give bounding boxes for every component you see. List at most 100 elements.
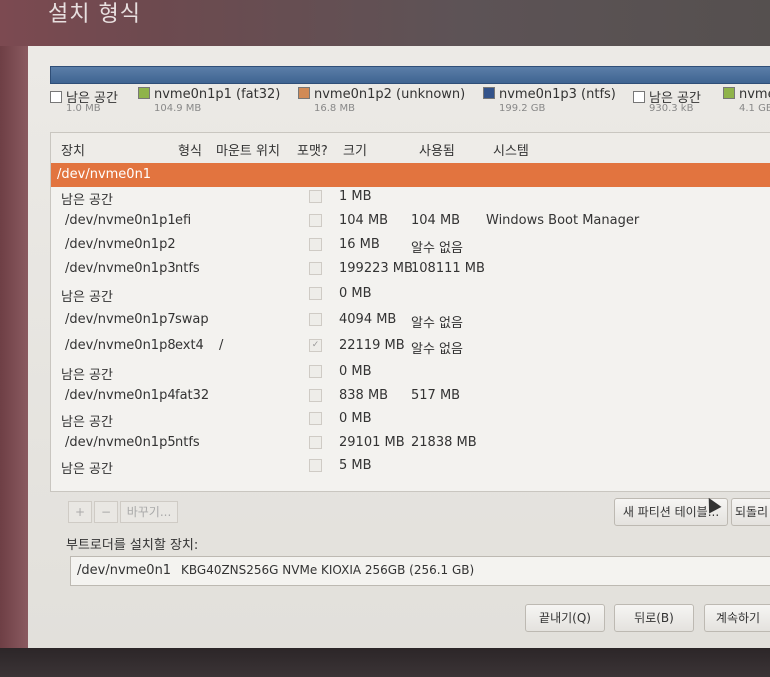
bootloader-device: /dev/nvme0n1 [77, 563, 172, 578]
used-value: 알수 없음 [411, 241, 463, 256]
legend-item: nvme0n1p3 (ntfs) 199.2 GB [483, 87, 616, 114]
size-value: 1 MB [339, 189, 372, 204]
device-name: /dev/nvme0n1p5 [65, 435, 176, 450]
table-row[interactable]: /dev/nvme0n1p7 swap 4094 MB 알수 없음 [51, 308, 770, 332]
format-checkbox[interactable] [309, 365, 322, 378]
table-row[interactable]: /dev/nvme0n1p1 efi 104 MB 104 MB Windows Boo… [51, 209, 770, 233]
bootloader-model: KBG40ZNS256G NVMe KIOXIA 256GB (256.1 GB… [181, 563, 475, 577]
format-checkbox[interactable] [309, 287, 322, 300]
format-checkbox[interactable]: ✓ [309, 339, 322, 352]
device-name: /dev/nvme0n1 [57, 167, 152, 182]
used-value: 알수 없음 [411, 316, 463, 331]
installer-window: 남은 공간 1.0 MB nvme0n1p1 (fat32) 104.9 MB nvme… [28, 46, 770, 648]
fs-type: ntfs [175, 261, 200, 276]
size-value: 29101 MB [339, 435, 405, 450]
partition-table: 장치 형식 마운트 위치 포맷? 크기 사용됨 시스템 /dev/nvme0n1… [50, 132, 770, 492]
device-name: 남은 공간 [61, 462, 113, 477]
device-name: /dev/nvme0n1p4 [65, 388, 176, 403]
legend-size: 1.0 MB [66, 103, 101, 114]
col-system[interactable]: 시스템 [493, 140, 529, 159]
format-checkbox[interactable] [309, 313, 322, 326]
format-checkbox[interactable] [309, 459, 322, 472]
size-value: 199223 MB [339, 261, 413, 276]
table-row[interactable]: 남은 공간 0 MB [51, 407, 770, 431]
table-row[interactable]: /dev/nvme0n1p2 16 MB 알수 없음 [51, 233, 770, 257]
device-name: /dev/nvme0n1p3 [65, 261, 176, 276]
format-checkbox[interactable] [309, 214, 322, 227]
legend-size: 199.2 GB [499, 103, 546, 114]
size-value: 0 MB [339, 286, 372, 301]
legend-name: nvme [739, 87, 770, 102]
format-checkbox[interactable] [309, 412, 322, 425]
table-row[interactable]: 남은 공간 0 MB [51, 282, 770, 306]
format-checkbox[interactable] [309, 238, 322, 251]
col-used[interactable]: 사용됨 [419, 140, 455, 159]
format-checkbox[interactable] [309, 190, 322, 203]
table-row[interactable]: /dev/nvme0n1p5 ntfs 29101 MB 21838 MB [51, 431, 770, 455]
used-value: 21838 MB [411, 435, 477, 450]
device-name: 남은 공간 [61, 193, 113, 208]
used-value: 108111 MB [411, 261, 485, 276]
size-value: 0 MB [339, 364, 372, 379]
title-bar: 설치 형식 [0, 0, 770, 46]
table-row[interactable]: /dev/nvme0n1p4 fat32 838 MB 517 MB [51, 384, 770, 408]
revert-button[interactable]: 되돌리 [731, 498, 770, 526]
window-title: 설치 형식 [48, 2, 141, 27]
device-name: /dev/nvme0n1p7 [65, 312, 176, 327]
used-value: 104 MB [411, 213, 461, 228]
quit-button[interactable]: 끝내기(Q) [525, 604, 605, 632]
size-value: 0 MB [339, 411, 372, 426]
device-name: 남은 공간 [61, 368, 113, 383]
system-value: Windows Boot Manager [486, 213, 640, 228]
legend-size: 16.8 MB [314, 103, 355, 114]
col-format[interactable]: 포맷? [297, 140, 328, 159]
table-row[interactable]: 남은 공간 1 MB [51, 185, 770, 209]
device-name: 남은 공간 [61, 290, 113, 305]
legend-swatch-icon [298, 87, 310, 99]
format-checkbox[interactable] [309, 389, 322, 402]
change-partition-button[interactable]: 바꾸기... [120, 501, 178, 523]
format-checkbox[interactable] [309, 436, 322, 449]
size-value: 4094 MB [339, 312, 397, 327]
legend-swatch-icon [483, 87, 495, 99]
table-row[interactable]: /dev/nvme0n1p8 ext4 / ✓ 22119 MB 알수 없음 [51, 334, 770, 358]
bootloader-device-select[interactable]: /dev/nvme0n1 KBG40ZNS256G NVMe KIOXIA 25… [70, 556, 770, 586]
legend-item: nvme0n1p2 (unknown) 16.8 MB [298, 87, 466, 114]
table-row[interactable]: 남은 공간 5 MB [51, 454, 770, 478]
legend-swatch-icon [723, 87, 735, 99]
legend-size: 930.3 kB [649, 103, 694, 114]
back-button[interactable]: 뒤로(B) [614, 604, 694, 632]
device-name: 남은 공간 [61, 415, 113, 430]
legend-name: nvme0n1p1 (fat32) [154, 87, 281, 102]
legend-name: nvme0n1p2 (unknown) [314, 87, 466, 102]
col-device[interactable]: 장치 [61, 140, 85, 159]
size-value: 22119 MB [339, 338, 405, 353]
device-name: /dev/nvme0n1p1 [65, 213, 176, 228]
fs-type: ntfs [175, 435, 200, 450]
continue-button[interactable]: 계속하기 [704, 604, 770, 632]
device-name: /dev/nvme0n1p2 [65, 237, 176, 252]
add-partition-button[interactable]: + [68, 501, 92, 523]
table-header: 장치 형식 마운트 위치 포맷? 크기 사용됨 시스템 [51, 133, 770, 164]
legend-item: 남은 공간 930.3 kB [633, 87, 701, 114]
legend-item: 남은 공간 1.0 MB [50, 87, 118, 114]
format-checkbox[interactable] [309, 262, 322, 275]
table-row[interactable]: /dev/nvme0n1p3 ntfs 199223 MB 108111 MB [51, 257, 770, 281]
col-mount[interactable]: 마운트 위치 [216, 140, 280, 159]
screen-bezel-bottom [0, 648, 770, 677]
mount-point: / [219, 338, 224, 353]
size-value: 838 MB [339, 388, 389, 403]
legend-swatch-icon [633, 91, 645, 103]
fs-type: efi [175, 213, 192, 228]
size-value: 16 MB [339, 237, 380, 252]
remove-partition-button[interactable]: − [94, 501, 118, 523]
table-row-selected[interactable]: /dev/nvme0n1 [51, 163, 770, 187]
size-value: 5 MB [339, 458, 372, 473]
partition-bar [50, 66, 770, 84]
device-name: /dev/nvme0n1p8 [65, 338, 176, 353]
col-size[interactable]: 크기 [343, 140, 367, 159]
col-type[interactable]: 형식 [178, 140, 202, 159]
fs-type: swap [175, 312, 209, 327]
table-row[interactable]: 남은 공간 0 MB [51, 360, 770, 384]
legend-item: nvme4.1 GB [723, 87, 770, 114]
